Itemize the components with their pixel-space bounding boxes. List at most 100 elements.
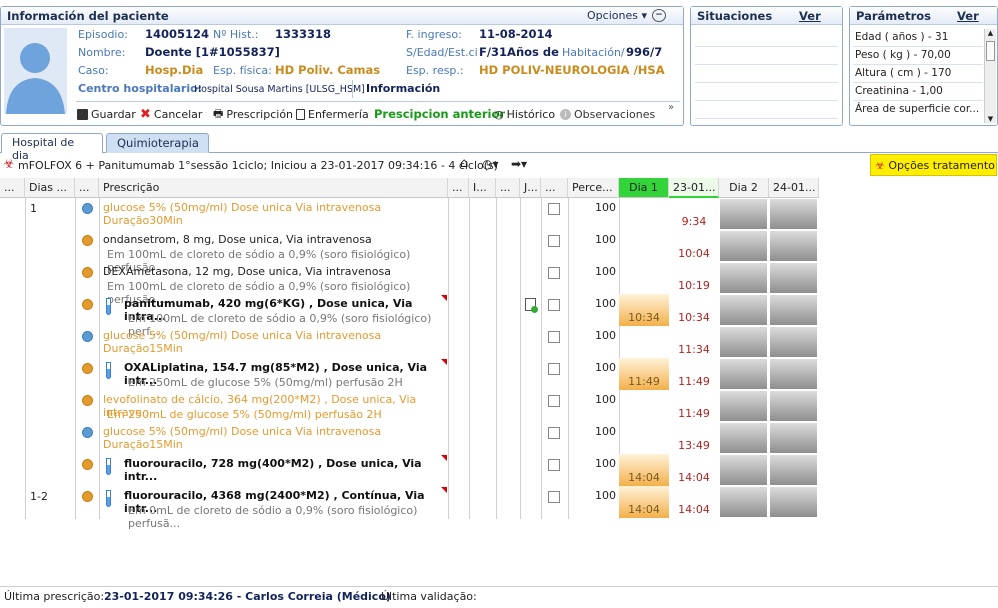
scrollbar[interactable]: ▲ ▼ xyxy=(984,29,996,123)
column-header[interactable]: ... xyxy=(448,178,469,198)
row-checkbox[interactable] xyxy=(548,331,560,343)
time-cell: 11:49 xyxy=(678,407,710,420)
habitacion-value: 996/7 xyxy=(626,45,663,59)
table-row[interactable]: levofolinato de cálcio, 364 mg(200*M2) ,… xyxy=(0,390,820,422)
nhist-value: 1333318 xyxy=(275,27,332,41)
parametros-list: Edad ( años ) - 31 Peso ( kg ) - 70,00 A… xyxy=(853,29,983,123)
row-checkbox[interactable] xyxy=(548,395,560,407)
divider xyxy=(76,101,680,102)
row-checkbox[interactable] xyxy=(548,203,560,215)
time-cell: 14:04 xyxy=(678,471,710,484)
enfermeria-button[interactable]: Enfermería xyxy=(296,106,369,122)
divider xyxy=(0,586,998,587)
dia1-cell xyxy=(619,390,669,422)
row-checkbox[interactable] xyxy=(548,459,560,471)
row-checkbox[interactable] xyxy=(548,491,560,503)
column-header-dia2[interactable]: Dia 2 xyxy=(719,178,769,198)
dia1-cell xyxy=(619,262,669,294)
row-checkbox[interactable] xyxy=(548,235,560,247)
percent-cell: 100 xyxy=(595,233,616,246)
table-row[interactable]: glucose 5% (50mg/ml) Dose unica Via intr… xyxy=(0,326,820,358)
document-check-icon[interactable] xyxy=(525,298,538,313)
list-item: Área de superficie cor... xyxy=(855,103,980,115)
column-header[interactable]: Perce... xyxy=(568,178,619,198)
save-button[interactable]: Guardar xyxy=(77,106,136,122)
table-row[interactable]: 1 glucose 5% (50mg/ml) Dose unica Via int… xyxy=(0,198,820,230)
espresp-label: Esp. resp.: xyxy=(406,64,464,77)
table-row[interactable]: DEXAmetasona, 12 mg, Dose unica, Via int… xyxy=(0,262,820,306)
row-checkbox[interactable] xyxy=(548,267,560,279)
column-header[interactable]: ... xyxy=(541,178,568,198)
more-chevron-icon[interactable]: » xyxy=(668,102,674,113)
date2-cell xyxy=(769,486,818,518)
tab-hospital-de-dia[interactable]: Hospital de dia xyxy=(1,133,103,162)
column-header[interactable]: Dias ... xyxy=(25,178,75,198)
table-row[interactable]: glucose 5% (50mg/ml) Dose unica Via intr… xyxy=(0,422,820,454)
historico-button[interactable]: ◷ Histórico xyxy=(494,106,555,122)
status-dot-icon xyxy=(82,459,93,470)
date2-cell xyxy=(769,390,818,422)
dia1-cell: 10:34 xyxy=(619,294,669,326)
status-dot-icon xyxy=(82,203,93,214)
informacion-link[interactable]: Información xyxy=(366,82,440,95)
date2-cell xyxy=(769,326,818,358)
cancel-button[interactable]: ✖ Cancelar xyxy=(140,106,202,122)
table-row[interactable]: 1-2 fluorouracilo, 4368 mg(2400*M2) , Con… xyxy=(0,486,820,530)
column-header[interactable]: ... xyxy=(496,178,520,198)
tab-quimioterapia[interactable]: Quimioterapia xyxy=(106,133,209,153)
dia1-cell: 14:04 xyxy=(619,486,669,518)
opcoes-tratamento-button[interactable]: ☣ Opções tratamento xyxy=(870,154,997,176)
table-row[interactable]: OXALiplatina, 154.7 mg(85*M2) , Dose uni… xyxy=(0,358,820,390)
column-header[interactable]: I... xyxy=(469,178,496,198)
column-header-dia1[interactable]: Dia 1 xyxy=(619,178,669,198)
table-row[interactable]: panitumumab, 420 mg(6*KG) , Dose unica, … xyxy=(0,294,820,338)
column-header[interactable]: J... xyxy=(520,178,541,198)
column-header[interactable]: Prescrição xyxy=(99,178,448,198)
prescription-line[interactable]: fluorouracilo, 728 mg(400*M2) , Dose uni… xyxy=(124,457,444,483)
centro-label: Centro hospitalario: xyxy=(78,82,203,95)
prescripcion-anterior-button[interactable]: Prescipcion anterior xyxy=(374,106,505,122)
column-header-date1[interactable]: 23-01... xyxy=(669,178,719,198)
column-header-date2[interactable]: 24-01... xyxy=(769,178,819,198)
espresp-value: HD POLIV-NEUROLOGIA /HSA xyxy=(479,63,665,77)
column-header[interactable]: ... xyxy=(75,178,99,198)
caso-label: Caso: xyxy=(78,64,109,77)
situaciones-panel: Situaciones Ver xyxy=(690,6,843,126)
prescription-line[interactable]: ondansetrom, 8 mg, Dose unica, Via intra… xyxy=(103,233,372,246)
row-checkbox[interactable] xyxy=(548,427,560,439)
dia2-cell xyxy=(719,294,768,326)
prescripcion-button[interactable]: 🖶 Prescripción xyxy=(213,106,293,122)
table-row[interactable]: ondansetrom, 8 mg, Dose unica, Via intra… xyxy=(0,230,820,274)
dia2-cell xyxy=(719,230,768,262)
percent-cell: 100 xyxy=(595,297,616,310)
row-checkbox[interactable] xyxy=(548,299,560,311)
table-row[interactable]: fluorouracilo, 728 mg(400*M2) , Dose uni… xyxy=(0,454,820,486)
percent-cell: 100 xyxy=(595,361,616,374)
row-checkbox[interactable] xyxy=(548,363,560,375)
floppy-icon xyxy=(77,108,88,120)
options-menu[interactable]: Opciones ▾ xyxy=(587,9,647,22)
list-item: Peso ( kg ) - 70,00 xyxy=(853,47,983,65)
fingreso-label: F. ingreso: xyxy=(406,28,462,41)
parametros-ver-link[interactable]: Ver xyxy=(957,9,979,23)
status-dot-icon xyxy=(82,235,93,246)
list-item: Altura ( cm ) - 170 xyxy=(853,65,983,83)
collapse-icon[interactable]: − xyxy=(652,9,666,22)
dia2-cell xyxy=(719,326,768,358)
biohazard-icon: ☣ xyxy=(3,157,15,172)
time-cell: 9:34 xyxy=(681,215,707,228)
printer-icon: 🖶 xyxy=(213,106,224,120)
observaciones-button[interactable]: i Observaciones xyxy=(560,106,655,122)
arrow-dropdown-icon[interactable]: ➡▾ xyxy=(511,157,527,171)
home-icon[interactable]: ⌂ xyxy=(460,156,468,171)
clock-icon: ◷ xyxy=(494,107,504,121)
prescription-line[interactable]: glucose 5% (50mg/ml) Dose unica Via intr… xyxy=(103,329,445,355)
prescription-line[interactable]: DEXAmetasona, 12 mg, Dose unica, Via int… xyxy=(103,265,391,278)
status-dot-icon xyxy=(82,299,93,310)
clock-dropdown-icon[interactable]: ◷▾ xyxy=(482,157,499,171)
situaciones-ver-link[interactable]: Ver xyxy=(799,9,821,23)
column-header[interactable]: ... xyxy=(0,178,25,198)
prescription-line[interactable]: glucose 5% (50mg/ml) Dose unica Via intr… xyxy=(103,201,445,227)
prescription-line[interactable]: glucose 5% (50mg/ml) Dose unica Via intr… xyxy=(103,425,445,451)
scroll-thumb[interactable] xyxy=(986,41,995,61)
